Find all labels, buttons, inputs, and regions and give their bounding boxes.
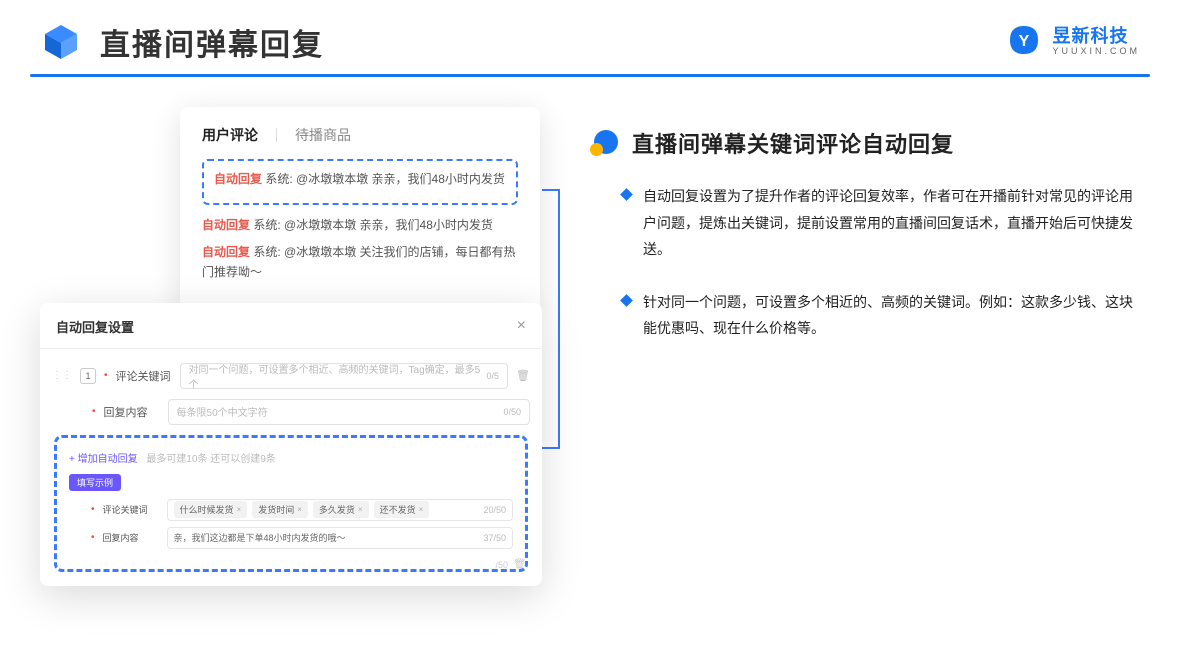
example-keyword-label: 评论关键词 — [103, 503, 159, 516]
connector-line — [540, 189, 560, 449]
required-icon: • — [104, 370, 108, 381]
tab-pending-products[interactable]: 待播商品 — [295, 125, 351, 145]
required-icon: • — [91, 532, 95, 543]
auto-reply-settings-modal: 自动回复设置 × ⋮⋮ 1 • 评论关键词 对同一个问题，可设置多个相近、高频的… — [40, 303, 542, 586]
brand-name-cn: 昱新科技 — [1052, 27, 1140, 47]
keyword-tag[interactable]: 多久发货× — [313, 501, 369, 518]
comment-item: 自动回复 系统: @冰墩墩本墩 关注我们的店铺，每日都有热门推荐呦～ — [202, 242, 518, 283]
section-title: 直播间弹幕关键词评论自动回复 — [632, 127, 954, 159]
delete-icon[interactable]: 🗑 — [516, 369, 530, 382]
tab-user-comments[interactable]: 用户评论 — [202, 125, 258, 145]
keyword-placeholder: 对同一个问题，可设置多个相近、高频的关键词，Tag确定，最多5个 — [189, 361, 487, 391]
comment-text: 系统: @冰墩墩本墩 关注我们的店铺，每日都有热门推荐呦～ — [202, 245, 516, 279]
example-reply-text: 亲，我们这边都是下单48小时内发货的哦～ — [174, 531, 346, 544]
brand-logo: Y 昱新科技 YUUXIN.COM — [1006, 24, 1140, 60]
diamond-icon — [620, 294, 633, 307]
comment-text: 系统: @冰墩墩本墩 亲亲，我们48小时内发货 — [253, 218, 493, 232]
point-text: 自动回复设置为了提升作者的评论回复效率，作者可在开播前针对常见的评论用户问题，提… — [643, 183, 1140, 263]
reply-content-placeholder: 每条限50个中文字符 — [177, 404, 268, 419]
modal-title: 自动回复设置 — [56, 317, 134, 336]
keyword-counter: 0/5 — [487, 371, 500, 381]
tab-divider — [276, 128, 277, 142]
comments-panel: 用户评论 待播商品 自动回复 系统: @冰墩墩本墩 亲亲，我们48小时内发货 自… — [180, 107, 540, 313]
keyword-tag[interactable]: 发货时间× — [252, 501, 308, 518]
drag-handle-icon[interactable]: ⋮⋮ — [52, 370, 72, 381]
delete-icon[interactable]: 🗑 — [513, 559, 526, 570]
comment-text: 系统: @冰墩墩本墩 亲亲，我们48小时内发货 — [265, 172, 505, 186]
header-divider — [30, 74, 1150, 77]
example-outline: + 增加自动回复 最多可建10条 还可以创建9条 填写示例 • 评论关键词 什么… — [54, 435, 528, 572]
example-reply-label: 回复内容 — [103, 531, 159, 544]
bullet-point: 自动回复设置为了提升作者的评论回复效率，作者可在开播前针对常见的评论用户问题，提… — [622, 183, 1140, 263]
reply-content-label: 回复内容 — [104, 404, 160, 420]
example-reply-counter: 37/50 — [483, 533, 506, 543]
example-badge: 填写示例 — [69, 474, 121, 491]
reply-content-counter: 0/50 — [503, 407, 521, 417]
bullet-point: 针对同一个问题，可设置多个相近的、高频的关键词。例如：这款多少钱、这块能优惠吗、… — [622, 289, 1140, 342]
example-keyword-input[interactable]: 什么时候发货× 发货时间× 多久发货× 还不发货× 20/50 — [167, 499, 513, 521]
keyword-input[interactable]: 对同一个问题，可设置多个相近、高频的关键词，Tag确定，最多5个 0/5 — [180, 363, 509, 389]
auto-reply-label: 自动回复 — [214, 172, 262, 186]
required-icon: • — [91, 504, 95, 515]
point-text: 针对同一个问题，可设置多个相近的、高频的关键词。例如：这款多少钱、这块能优惠吗、… — [643, 289, 1140, 342]
keyword-tag[interactable]: 还不发货× — [374, 501, 430, 518]
footer-counter: /50 — [495, 560, 508, 570]
keyword-label: 评论关键词 — [116, 368, 172, 384]
example-keyword-counter: 20/50 — [483, 505, 506, 515]
cube-icon — [40, 21, 82, 63]
auto-reply-label: 自动回复 — [202, 218, 250, 232]
page-header: 直播间弹幕回复 Y 昱新科技 YUUXIN.COM — [0, 0, 1180, 74]
page-title: 直播间弹幕回复 — [100, 20, 324, 64]
diamond-icon — [620, 188, 633, 201]
brand-name-en: YUUXIN.COM — [1052, 47, 1140, 57]
highlighted-comment: 自动回复 系统: @冰墩墩本墩 亲亲，我们48小时内发货 — [202, 159, 518, 205]
add-hint: 最多可建10条 还可以创建9条 — [146, 454, 275, 465]
reply-content-input[interactable]: 每条限50个中文字符 0/50 — [168, 399, 530, 425]
example-reply-input[interactable]: 亲，我们这边都是下单48小时内发货的哦～ 37/50 — [167, 527, 513, 549]
brand-mark-icon: Y — [1006, 24, 1042, 60]
auto-reply-label: 自动回复 — [202, 245, 250, 259]
close-icon[interactable]: × — [517, 317, 526, 335]
keyword-tag[interactable]: 什么时候发货× — [174, 501, 248, 518]
add-auto-reply-link[interactable]: + 增加自动回复 — [69, 454, 138, 465]
bubble-icon — [590, 130, 620, 156]
required-icon: • — [92, 406, 96, 417]
svg-text:Y: Y — [1019, 33, 1030, 50]
comment-item: 自动回复 系统: @冰墩墩本墩 亲亲，我们48小时内发货 — [202, 215, 518, 235]
rule-index: 1 — [80, 368, 96, 384]
